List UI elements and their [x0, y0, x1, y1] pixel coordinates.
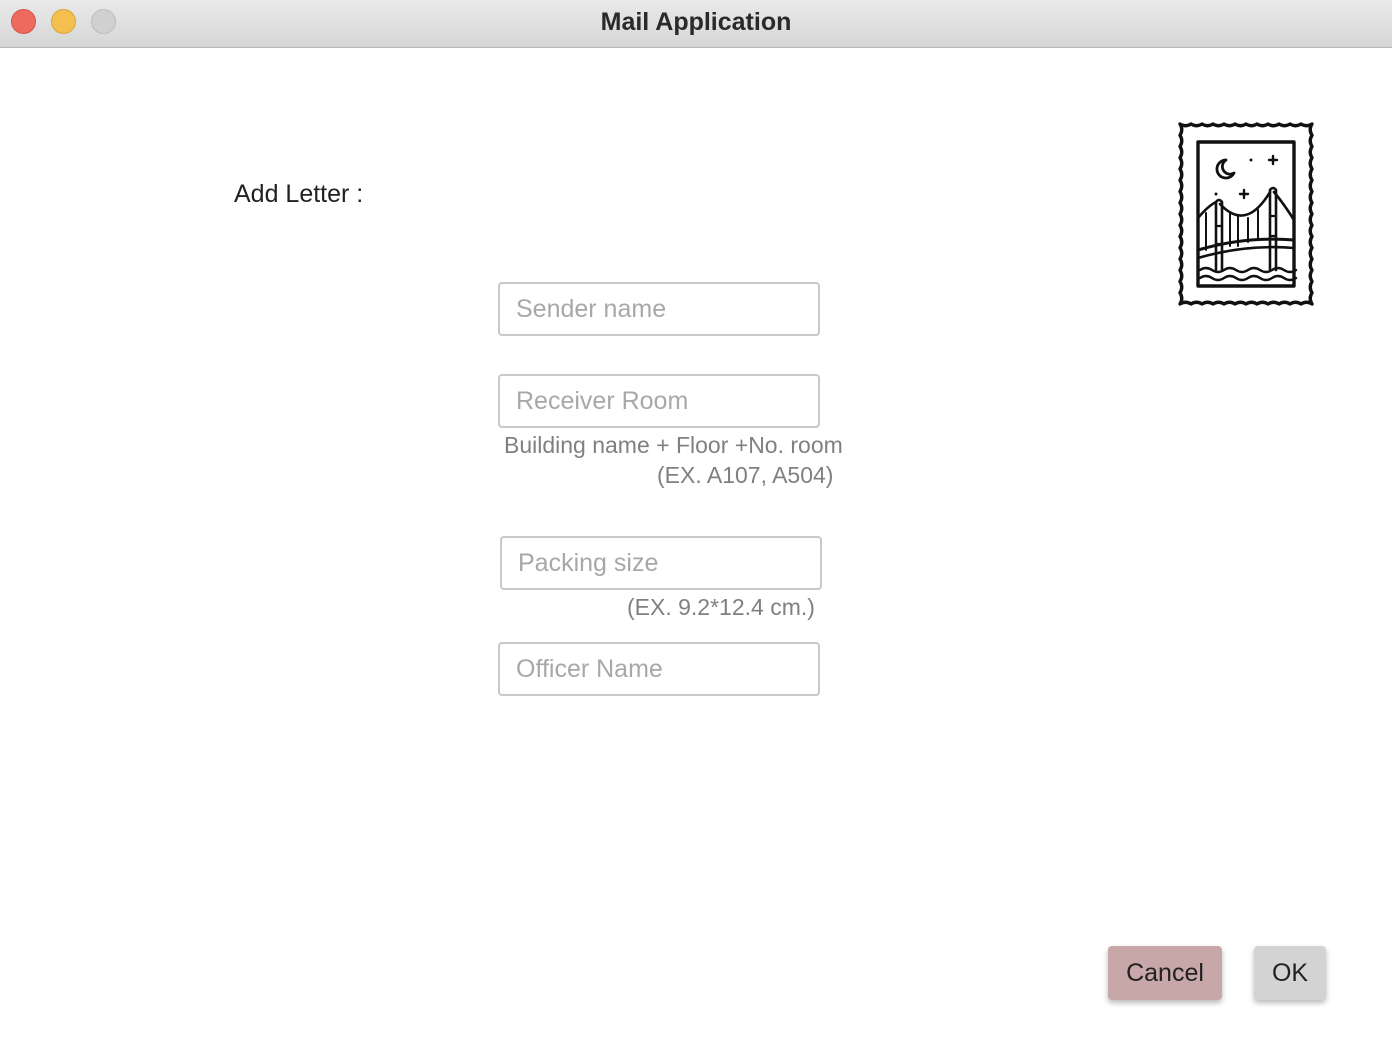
cancel-button[interactable]: Cancel — [1108, 946, 1222, 1000]
receiver-room-input[interactable] — [498, 374, 820, 428]
mail-application-window: Mail Application Add Letter : Building n… — [0, 0, 1392, 1044]
receiver-room-hint: Building name + Floor +No. room — [504, 432, 843, 458]
title-bar: Mail Application — [0, 0, 1392, 48]
officer-name-input[interactable] — [498, 642, 820, 696]
window-title: Mail Application — [600, 8, 792, 36]
packing-size-input[interactable] — [500, 536, 822, 590]
ok-button[interactable]: OK — [1254, 946, 1326, 1000]
packing-size-example: (EX. 9.2*12.4 cm.) — [627, 594, 815, 620]
receiver-room-example: (EX. A107, A504) — [657, 462, 834, 488]
add-letter-label: Add Letter : — [234, 180, 364, 208]
sender-name-input[interactable] — [498, 282, 820, 336]
postage-stamp-bridge-icon — [1176, 120, 1316, 308]
